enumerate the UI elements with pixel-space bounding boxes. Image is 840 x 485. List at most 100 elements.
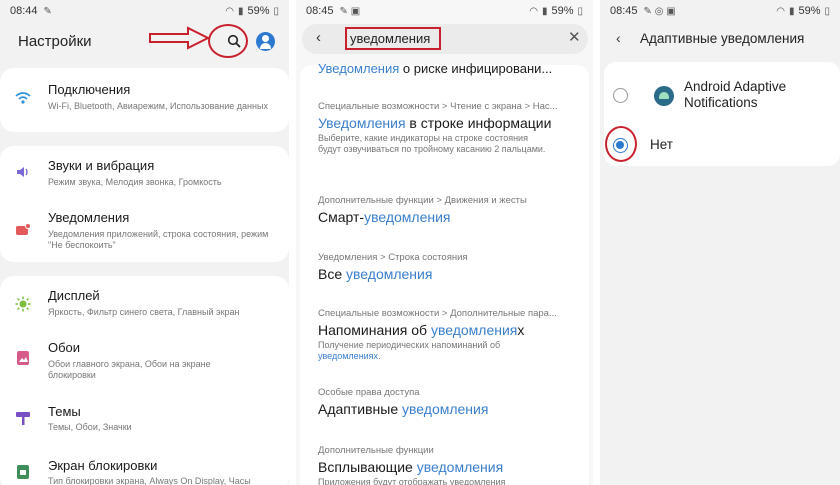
status-bar: 08:45 ✎ ◎ ▣ ◠ ▮ 59% ▯ [600, 0, 840, 22]
result-path: Специальные возможности > Чтение с экран… [318, 101, 558, 112]
result-title-pre: Всплывающие [318, 459, 417, 475]
settings-item-subtitle: Темы, Обои, Значки [48, 422, 132, 432]
option-label[interactable]: Нет [650, 137, 673, 153]
status-bar: 08:44 ✎ ◠ ▮ 59% ▯ [0, 0, 289, 22]
search-screen: 08:45 ✎ ▣ ◠ ▮ 59% ▯ ‹ уведомления ✕ Увед… [296, 0, 593, 485]
settings-item-subtitle: Режим звука, Мелодия звонка, Громкость [48, 177, 222, 187]
signal-icon: ▮ [788, 5, 795, 17]
result-title-pre: Напоминания об [318, 322, 431, 338]
search-button[interactable] [223, 30, 245, 52]
settings-item-subtitle: Тип блокировки экрана, Always On Display… [48, 476, 251, 485]
wallpaper-icon [15, 350, 31, 366]
settings-group-sound-notifications: Звуки и вибрация Режим звука, Мелодия зв… [0, 146, 289, 262]
volume-icon [15, 164, 31, 180]
settings-item-wallpaper[interactable]: Обои Обои главного экрана, Обои на экран… [0, 336, 289, 386]
search-results: Уведомления о риске инфицировани... Спец… [300, 61, 589, 485]
page-title: Адаптивные уведомления [640, 31, 805, 46]
battery-level: 59% [247, 5, 270, 17]
wifi-status-icon: ◠ [225, 5, 234, 17]
annotation-circle [605, 126, 637, 162]
result-title-post: в строке информации [405, 115, 552, 131]
back-arrow-icon[interactable]: ‹ [616, 30, 621, 46]
wifi-status-icon: ◠ [776, 5, 785, 17]
settings-item-sounds[interactable]: Звуки и вибрация Режим звука, Мелодия зв… [0, 152, 289, 202]
status-time: 08:45 [610, 5, 638, 17]
result-description: Получение периодических напоминаний об [318, 340, 501, 350]
settings-item-subtitle: Обои главного экрана, Обои на экране бло… [48, 359, 211, 380]
search-result[interactable]: Дополнительные функции > Движения и жест… [318, 195, 581, 225]
search-result[interactable]: Уведомления о риске инфицировани... [318, 58, 581, 76]
options-card: Android Adaptive Notifications Нет [604, 62, 840, 166]
search-input[interactable]: уведомления [345, 27, 441, 50]
settings-item-subtitle: Wi-Fi, Bluetooth, Авиарежим, Использован… [48, 101, 268, 111]
account-avatar[interactable] [256, 32, 275, 51]
lock-screen-icon [15, 464, 31, 480]
divider [289, 0, 296, 485]
battery-icon: ▯ [824, 5, 830, 17]
signal-icon: ▮ [541, 5, 548, 17]
themes-icon [15, 410, 31, 426]
page-title: Настройки [18, 33, 92, 50]
result-description-highlight: уведомлениях [318, 351, 379, 361]
divider [593, 0, 600, 485]
result-path: Дополнительные функции [318, 445, 434, 456]
battery-icon: ▯ [577, 5, 583, 17]
result-path: Дополнительные функции > Движения и жест… [318, 195, 527, 206]
result-highlight: Уведомления [318, 115, 406, 131]
search-result[interactable]: Специальные возможности > Дополнительные… [318, 308, 581, 362]
result-highlight: Уведомления [318, 61, 400, 76]
result-description: Приложения будут отображать уведомления [318, 477, 506, 485]
settings-item-title: Темы [48, 404, 81, 419]
result-highlight: уведомления [346, 266, 433, 282]
result-path: Уведомления > Строка состояния [318, 252, 468, 263]
status-time: 08:45 [306, 5, 334, 17]
brightness-icon [15, 296, 31, 312]
settings-item-subtitle: Яркость, Фильтр синего света, Главный эк… [48, 307, 240, 317]
result-highlight: уведомления [416, 459, 504, 475]
signal-icon: ▮ [237, 5, 244, 17]
settings-item-connections[interactable]: Подключения Wi-Fi, Bluetooth, Авиарежим,… [0, 76, 289, 126]
search-result[interactable]: Специальные возможности > Чтение с экран… [318, 101, 581, 155]
option-label[interactable]: Android Adaptive Notifications [684, 79, 834, 111]
search-result[interactable]: Особые права доступа Адаптивные уведомле… [318, 387, 581, 417]
back-arrow-icon[interactable]: ‹ [316, 29, 321, 46]
settings-item-notifications[interactable]: Уведомления Уведомления приложений, стро… [0, 204, 289, 254]
settings-item-title: Экран блокировки [48, 458, 158, 473]
result-path: Особые права доступа [318, 387, 420, 398]
clear-icon[interactable]: ✕ [568, 28, 581, 46]
settings-item-title: Дисплей [48, 288, 100, 303]
adaptive-notifications-screen: 08:45 ✎ ◎ ▣ ◠ ▮ 59% ▯ ‹ Адаптивные уведо… [600, 0, 840, 485]
status-bar: 08:45 ✎ ▣ ◠ ▮ 59% ▯ [296, 0, 593, 22]
settings-item-title: Звуки и вибрация [48, 158, 155, 173]
result-highlight: уведомления [402, 401, 489, 417]
result-title-rest: о риске инфицировани... [399, 61, 553, 76]
status-notification-icon: ✎ [43, 5, 52, 17]
result-description: Выберите, какие индикаторы на строке сос… [318, 133, 546, 154]
settings-group-connections: Подключения Wi-Fi, Bluetooth, Авиарежим,… [0, 68, 289, 132]
notifications-icon [15, 222, 31, 238]
search-icon [227, 34, 241, 48]
search-bar: ‹ уведомления ✕ [302, 24, 588, 54]
android-app-icon [654, 86, 674, 106]
option-radio-android-adaptive[interactable] [613, 88, 628, 103]
status-time: 08:44 [10, 5, 38, 17]
battery-level: 59% [798, 5, 821, 17]
battery-icon: ▯ [273, 5, 279, 17]
status-notification-icon: ✎ ▣ [339, 5, 361, 17]
result-highlight: уведомления [364, 209, 451, 225]
status-notification-icon: ✎ ◎ ▣ [643, 5, 676, 17]
result-title-pre: Адаптивные [318, 401, 403, 417]
settings-item-lock-screen[interactable]: Экран блокировки Тип блокировки экрана, … [0, 454, 289, 485]
settings-item-title: Обои [48, 340, 81, 355]
settings-item-title: Подключения [48, 82, 131, 97]
settings-item-display[interactable]: Дисплей Яркость, Фильтр синего света, Гл… [0, 284, 289, 334]
search-result[interactable]: Уведомления > Строка состояния Все уведо… [318, 252, 581, 282]
settings-group-display: Дисплей Яркость, Фильтр синего света, Гл… [0, 276, 289, 485]
settings-item-themes[interactable]: Темы Темы, Обои, Значки [0, 400, 289, 450]
battery-level: 59% [551, 5, 574, 17]
result-highlight: уведомления [430, 322, 518, 338]
search-result[interactable]: Дополнительные функции Всплывающие уведо… [318, 445, 581, 485]
annotation-arrow-icon [149, 26, 210, 50]
result-description-post: . [378, 351, 381, 361]
result-path: Специальные возможности > Дополнительные… [318, 308, 557, 319]
